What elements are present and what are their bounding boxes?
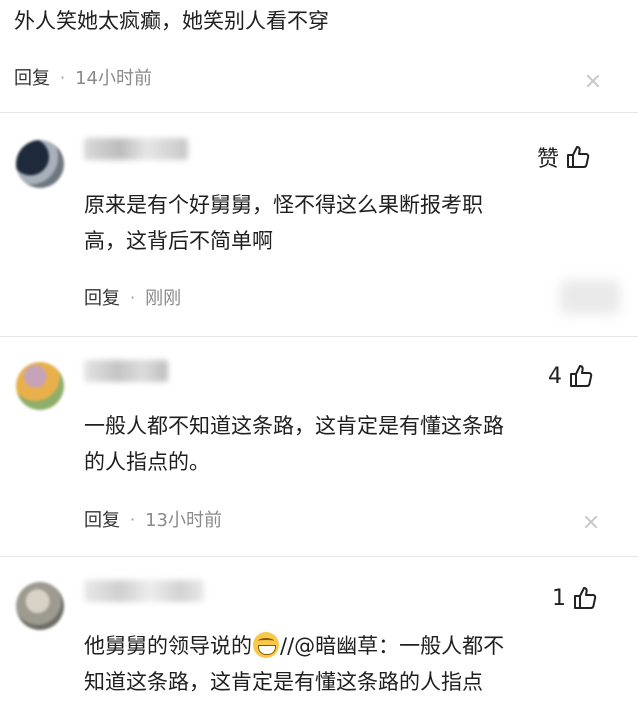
comment-line: 一般人都不知道这条路，这肯定是有懂这条路 [84, 414, 504, 438]
username-blurred[interactable] [84, 360, 168, 382]
reply-button[interactable]: 回复 [84, 506, 120, 532]
comment-body: 原来是有个好舅舅，怪不得这么果断报考职 高，这背后不简单啊 [84, 187, 594, 259]
avatar[interactable] [16, 582, 64, 630]
separator-dot: · [130, 287, 136, 307]
like-button[interactable]: 1 [552, 585, 598, 611]
like-button[interactable]: 赞 [537, 141, 591, 173]
comment-line: 原来是有个好舅舅，怪不得这么果断报考职 [84, 193, 483, 217]
comment-text: 外人笑她太疯癫，她笑别人看不穿 [14, 9, 329, 33]
timestamp: 13小时前 [145, 510, 222, 531]
thumbs-up-icon [570, 365, 593, 387]
comment-body: 一般人都不知道这条路，这肯定是有懂这条路 的人指点的。 [84, 408, 594, 480]
comment-line: 知道这条路，这肯定是有懂这条路的人指点 [84, 670, 483, 694]
like-count: 1 [552, 585, 566, 611]
divider [0, 112, 638, 113]
comment-feed: 外人笑她太疯癫，她笑别人看不穿 回复 · 14小时前 赞 原来是有个好舅舅，怪不… [0, 0, 638, 708]
timestamp: 14小时前 [75, 68, 152, 89]
like-label: 赞 [537, 147, 560, 172]
user-mention-link[interactable]: @暗幽草 [294, 634, 378, 658]
like-count: 4 [548, 363, 562, 389]
comment-text-segment: ：一般人都不 [378, 634, 505, 658]
comment-text-segment: 他舅舅的领导说的 [84, 634, 252, 658]
close-icon[interactable] [584, 515, 598, 529]
divider [0, 336, 638, 337]
avatar[interactable] [16, 362, 64, 410]
separator-dot: · [130, 509, 136, 529]
grin-emoji-icon [253, 632, 279, 658]
comment-meta: 回复 · 13小时前 [84, 506, 222, 532]
thumbs-up-icon [574, 587, 597, 609]
thumbs-up-icon [567, 146, 590, 168]
divider [0, 556, 638, 557]
blurred-region [560, 280, 620, 314]
reply-button[interactable]: 回复 [14, 64, 50, 90]
avatar[interactable] [16, 140, 64, 188]
comment-body: 他舅舅的领导说的 //@暗幽草：一般人都不 知道这条路，这肯定是有懂这条路的人指点 [84, 628, 594, 700]
username-blurred[interactable] [84, 138, 188, 160]
comment-line: 高，这背后不简单啊 [84, 229, 273, 253]
reply-button[interactable]: 回复 [84, 284, 120, 310]
repost-separator: // [280, 634, 295, 658]
timestamp: 刚刚 [145, 288, 182, 309]
close-icon[interactable] [586, 74, 600, 88]
like-button[interactable]: 4 [548, 363, 594, 389]
comment-line: 他舅舅的领导说的 //@暗幽草：一般人都不 [84, 628, 594, 664]
comment-meta: 回复 · 刚刚 [84, 284, 181, 310]
comment-line: 的人指点的。 [84, 450, 210, 474]
username-blurred[interactable] [84, 580, 204, 602]
comment-meta: 回复 · 14小时前 [14, 64, 152, 90]
separator-dot: · [60, 67, 66, 87]
